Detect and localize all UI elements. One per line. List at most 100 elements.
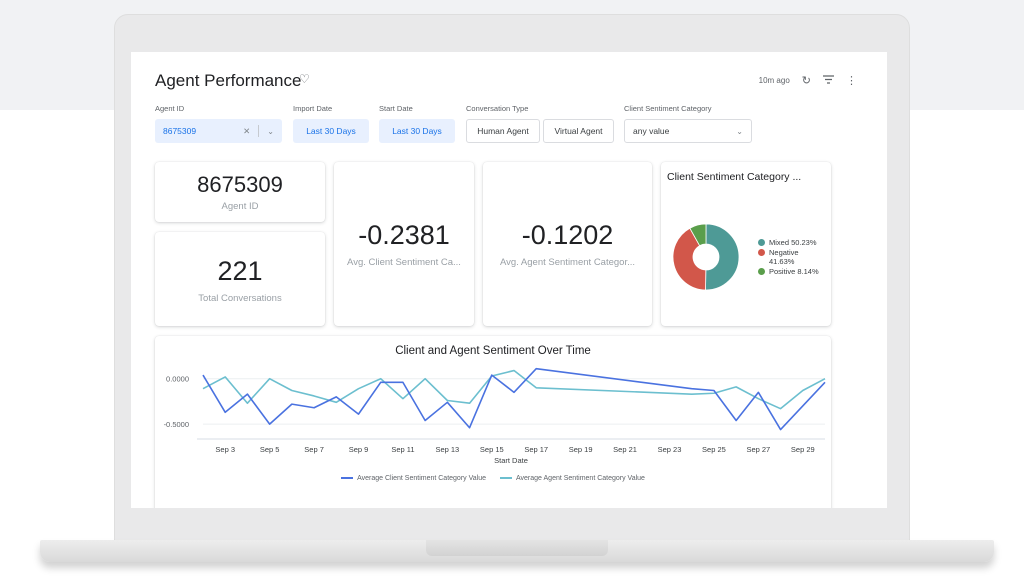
refresh-icon[interactable]: ↻ [802,74,811,87]
last-updated-text: 10m ago [758,76,790,85]
legend-label: Average Agent Sentiment Category Value [516,475,645,482]
kpi-card-total-conversations: 221 Total Conversations [155,232,325,326]
donut-legend: Mixed 50.23% Negative 41.63% Positive 8.… [758,238,819,276]
chevron-down-icon: ⌄ [736,126,743,136]
x-tick-label: Sep 19 [569,445,593,454]
data-point[interactable] [468,426,472,430]
data-point[interactable] [823,381,827,385]
x-tick-label: Sep 15 [480,445,504,454]
data-point[interactable] [246,401,250,405]
series-line-agent[interactable] [202,369,826,410]
x-tick-label: Sep 27 [746,445,770,454]
data-point[interactable] [823,377,827,381]
data-point[interactable] [690,392,694,396]
legend-label: Average Client Sentiment Category Value [357,475,486,482]
data-point[interactable] [757,391,761,395]
kpi-value: 221 [217,256,263,286]
data-point[interactable] [446,401,450,405]
kpi-value: -0.1202 [521,220,614,250]
data-point[interactable] [246,392,250,396]
series-line-client[interactable] [202,367,826,431]
data-point[interactable] [201,387,205,391]
data-point[interactable] [312,394,316,398]
filter-client-sentiment: Client Sentiment Category any value ⌄ [624,104,752,143]
kpi-label: Agent ID [221,201,259,212]
data-point[interactable] [534,367,538,371]
line-chart: 0.0000 -0.5000 Sep 3 Sep 5 Sep 7 Sep 9 Sep 11… [164,367,827,465]
clear-icon[interactable]: ✕ [243,126,250,137]
x-tick-label: Sep 25 [702,445,726,454]
data-point[interactable] [423,377,427,381]
data-point[interactable] [379,377,383,381]
filter-agent-id: Agent ID 8675309 ✕ ⌄ [155,104,282,143]
x-tick-label: Sep 7 [304,445,324,454]
data-point[interactable] [490,373,494,377]
data-point[interactable] [401,397,405,401]
donut-chart [672,223,740,291]
data-point[interactable] [734,385,738,389]
import-date-button[interactable]: Last 30 Days [293,119,369,143]
legend-item-agent: Average Agent Sentiment Category Value [500,475,645,482]
client-sentiment-select[interactable]: any value ⌄ [624,119,752,143]
legend-swatch [500,477,512,480]
kpi-label: Avg. Client Sentiment Ca... [347,257,461,268]
data-point[interactable] [223,375,227,379]
more-vert-icon[interactable]: ⋮ [846,74,857,87]
x-tick-label: Sep 23 [658,445,682,454]
data-point[interactable] [801,389,805,393]
legend-swatch [341,477,354,480]
agent-id-select[interactable]: 8675309 ✕ ⌄ [155,119,282,143]
data-point[interactable] [534,386,538,390]
data-point[interactable] [690,387,694,391]
data-point[interactable] [512,369,516,373]
data-point[interactable] [334,395,338,399]
legend-swatch [758,239,765,246]
virtual-agent-toggle[interactable]: Virtual Agent [543,119,614,143]
favorite-heart-icon[interactable]: ♡ [299,72,310,86]
data-point[interactable] [290,402,294,406]
kpi-label: Avg. Agent Sentiment Categor... [499,257,636,268]
data-point[interactable] [201,373,205,377]
sentiment-category-card: Client Sentiment Category ... Mixed 50.2… [661,162,831,326]
data-point[interactable] [334,401,338,405]
x-axis-label: Start Date [494,456,528,465]
data-point[interactable] [779,428,783,432]
y-tick-label: 0.0000 [166,375,189,384]
data-point[interactable] [268,377,272,381]
x-tick-label: Sep 13 [435,445,459,454]
chevron-down-icon[interactable]: ⌄ [267,127,274,136]
data-point[interactable] [512,391,516,395]
data-point[interactable] [223,411,227,415]
data-point[interactable] [357,387,361,391]
donut-slice-mixed[interactable] [705,223,740,291]
data-point[interactable] [312,406,316,410]
data-point[interactable] [757,397,761,401]
filter-icon[interactable] [823,74,834,87]
legend-label-line1: Negative [769,248,799,257]
human-agent-toggle[interactable]: Human Agent [466,119,540,143]
data-point[interactable] [734,419,738,423]
filter-label: Client Sentiment Category [624,104,712,113]
data-point[interactable] [779,407,783,411]
data-point[interactable] [401,381,405,385]
kpi-card-avg-client-sentiment: -0.2381 Avg. Client Sentiment Ca... [334,162,474,326]
data-point[interactable] [379,381,383,385]
data-point[interactable] [468,401,472,405]
data-point[interactable] [268,422,272,426]
x-tick-label: Sep 3 [215,445,235,454]
x-tick-label: Sep 11 [391,445,414,454]
data-point[interactable] [357,412,361,416]
filter-label: Import Date [293,104,333,113]
x-tick-label: Sep 21 [613,445,637,454]
filter-start-date: Start Date Last 30 Days [379,104,455,143]
page-title: Agent Performance [155,71,302,90]
start-date-button[interactable]: Last 30 Days [379,119,455,143]
kpi-value: -0.2381 [358,220,450,250]
data-point[interactable] [423,419,427,423]
data-point[interactable] [712,389,716,393]
laptop-notch [426,540,608,556]
filter-label: Start Date [379,104,413,113]
legend-item-client: Average Client Sentiment Category Value [341,475,486,482]
legend-item-positive: Positive 8.14% [758,267,819,276]
data-point[interactable] [290,389,294,393]
